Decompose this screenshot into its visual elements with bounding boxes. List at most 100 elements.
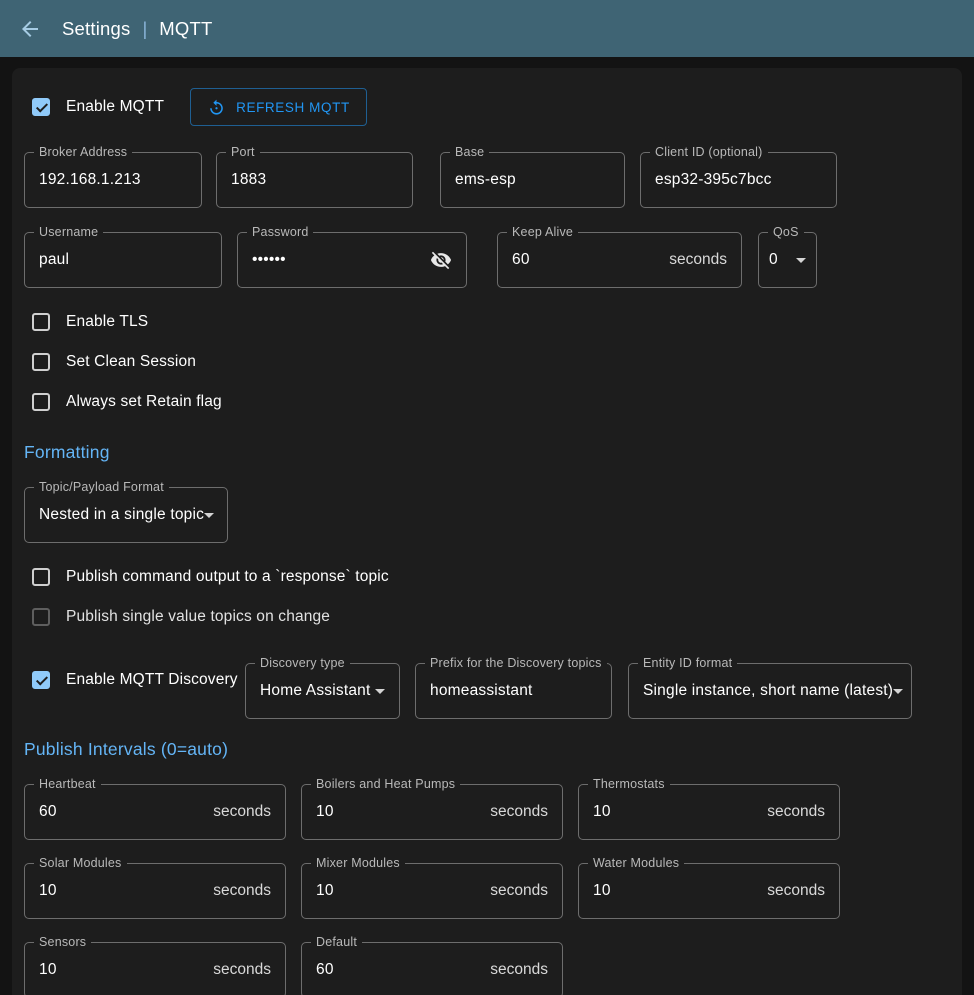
clean-session-checkbox[interactable] xyxy=(32,353,50,371)
port-field[interactable]: Port 1883 xyxy=(216,152,413,208)
field-suffix: seconds xyxy=(490,882,548,900)
field-label: Prefix for the Discovery topics xyxy=(425,656,607,670)
app-header: Settings | MQTT xyxy=(0,0,974,57)
breadcrumb-settings: Settings xyxy=(62,18,130,40)
page-title: MQTT xyxy=(159,18,212,40)
chevron-down-icon xyxy=(796,258,806,263)
refresh-icon xyxy=(207,98,226,117)
clean-session-label[interactable]: Set Clean Session xyxy=(66,353,196,371)
mixer-interval-field[interactable]: Mixer Modules 10 seconds xyxy=(301,863,563,919)
mqtt-settings-card: Enable MQTT REFRESH MQTT Broker Address … xyxy=(12,68,962,995)
field-value: 0 xyxy=(769,251,778,269)
enable-mqtt-label[interactable]: Enable MQTT xyxy=(66,98,164,116)
enable-tls-label[interactable]: Enable TLS xyxy=(66,313,148,331)
publish-intervals-heading: Publish Intervals (0=auto) xyxy=(24,739,950,760)
chevron-down-icon xyxy=(375,689,385,694)
sensors-interval-field[interactable]: Sensors 10 seconds xyxy=(24,942,286,995)
visibility-off-icon[interactable] xyxy=(430,249,452,271)
field-label: Client ID (optional) xyxy=(650,145,768,159)
water-interval-field[interactable]: Water Modules 10 seconds xyxy=(578,863,840,919)
field-value: 60 xyxy=(512,251,530,269)
username-field[interactable]: Username paul xyxy=(24,232,222,288)
enable-discovery-checkbox-row[interactable]: Enable MQTT Discovery xyxy=(24,671,245,689)
field-label: Keep Alive xyxy=(507,225,578,239)
chevron-down-icon xyxy=(893,689,903,694)
field-value: •••••• xyxy=(252,251,286,269)
password-field[interactable]: Password •••••• xyxy=(237,232,467,288)
enable-tls-checkbox-row[interactable]: Enable TLS xyxy=(24,302,950,342)
format-select-row: Topic/Payload Format Nested in a single … xyxy=(24,487,950,543)
field-label: Discovery type xyxy=(255,656,350,670)
field-suffix: seconds xyxy=(490,803,548,821)
broker-address-field[interactable]: Broker Address 192.168.1.213 xyxy=(24,152,202,208)
field-label: Solar Modules xyxy=(34,856,127,870)
field-suffix: seconds xyxy=(490,961,548,979)
field-value: Nested in a single topic xyxy=(39,506,204,524)
field-label: Boilers and Heat Pumps xyxy=(311,777,460,791)
connection-fields-row-2: Username paul Password •••••• Keep Alive… xyxy=(24,232,950,288)
keep-alive-field[interactable]: Keep Alive 60 seconds xyxy=(497,232,742,288)
field-label: Base xyxy=(450,145,489,159)
field-value: ems-esp xyxy=(455,171,516,189)
connection-options: Enable TLS Set Clean Session Always set … xyxy=(24,302,950,422)
field-value: 10 xyxy=(593,882,611,900)
field-label: Heartbeat xyxy=(34,777,101,791)
field-value: 10 xyxy=(39,882,57,900)
breadcrumb-separator: | xyxy=(142,18,147,40)
field-suffix: seconds xyxy=(213,882,271,900)
publish-response-checkbox-row[interactable]: Publish command output to a `response` t… xyxy=(24,557,950,597)
field-label: QoS xyxy=(768,225,804,239)
discovery-prefix-field[interactable]: Prefix for the Discovery topics homeassi… xyxy=(415,663,612,719)
discovery-row: Enable MQTT Discovery Discovery type Hom… xyxy=(24,663,950,719)
qos-select[interactable]: QoS 0 xyxy=(758,232,817,288)
field-suffix: seconds xyxy=(767,803,825,821)
retain-flag-checkbox-row[interactable]: Always set Retain flag xyxy=(24,382,950,422)
discovery-type-select[interactable]: Discovery type Home Assistant xyxy=(245,663,400,719)
field-value: Single instance, short name (latest) xyxy=(643,682,893,700)
field-label: Water Modules xyxy=(588,856,684,870)
field-value: 1883 xyxy=(231,171,266,189)
refresh-mqtt-label: REFRESH MQTT xyxy=(236,100,350,115)
enable-mqtt-checkbox[interactable] xyxy=(32,98,50,116)
enable-mqtt-checkbox-row[interactable]: Enable MQTT xyxy=(24,86,164,128)
field-label: Mixer Modules xyxy=(311,856,405,870)
field-value: esp32-395c7bcc xyxy=(655,171,772,189)
client-id-field[interactable]: Client ID (optional) esp32-395c7bcc xyxy=(640,152,837,208)
entity-id-format-select[interactable]: Entity ID format Single instance, short … xyxy=(628,663,912,719)
solar-interval-field[interactable]: Solar Modules 10 seconds xyxy=(24,863,286,919)
field-label: Username xyxy=(34,225,103,239)
publish-response-label[interactable]: Publish command output to a `response` t… xyxy=(66,568,389,586)
topic-payload-format-select[interactable]: Topic/Payload Format Nested in a single … xyxy=(24,487,228,543)
base-field[interactable]: Base ems-esp xyxy=(440,152,625,208)
enable-tls-checkbox[interactable] xyxy=(32,313,50,331)
field-value: 60 xyxy=(39,803,57,821)
publish-single-checkbox-row: Publish single value topics on change xyxy=(24,597,950,637)
field-label: Port xyxy=(226,145,260,159)
thermostats-interval-field[interactable]: Thermostats 10 seconds xyxy=(578,784,840,840)
heartbeat-interval-field[interactable]: Heartbeat 60 seconds xyxy=(24,784,286,840)
enable-discovery-label[interactable]: Enable MQTT Discovery xyxy=(66,671,238,689)
enable-discovery-checkbox[interactable] xyxy=(32,671,50,689)
formatting-heading: Formatting xyxy=(24,442,950,463)
connection-fields-row-1: Broker Address 192.168.1.213 Port 1883 B… xyxy=(24,152,950,208)
field-label: Thermostats xyxy=(588,777,670,791)
field-value: Home Assistant xyxy=(260,682,370,700)
publish-intervals-grid: Heartbeat 60 seconds Boilers and Heat Pu… xyxy=(24,784,950,995)
field-value: 192.168.1.213 xyxy=(39,171,141,189)
publish-response-checkbox[interactable] xyxy=(32,568,50,586)
refresh-mqtt-button[interactable]: REFRESH MQTT xyxy=(190,88,367,126)
field-label: Password xyxy=(247,225,313,239)
boilers-interval-field[interactable]: Boilers and Heat Pumps 10 seconds xyxy=(301,784,563,840)
field-value: 60 xyxy=(316,961,334,979)
field-value: 10 xyxy=(593,803,611,821)
field-value: 10 xyxy=(316,803,334,821)
field-suffix: seconds xyxy=(213,961,271,979)
breadcrumb: Settings | MQTT xyxy=(62,18,212,40)
publish-single-label: Publish single value topics on change xyxy=(66,608,330,626)
back-arrow-icon[interactable] xyxy=(16,15,44,43)
retain-flag-label[interactable]: Always set Retain flag xyxy=(66,393,222,411)
retain-flag-checkbox[interactable] xyxy=(32,393,50,411)
default-interval-field[interactable]: Default 60 seconds xyxy=(301,942,563,995)
clean-session-checkbox-row[interactable]: Set Clean Session xyxy=(24,342,950,382)
field-label: Sensors xyxy=(34,935,91,949)
